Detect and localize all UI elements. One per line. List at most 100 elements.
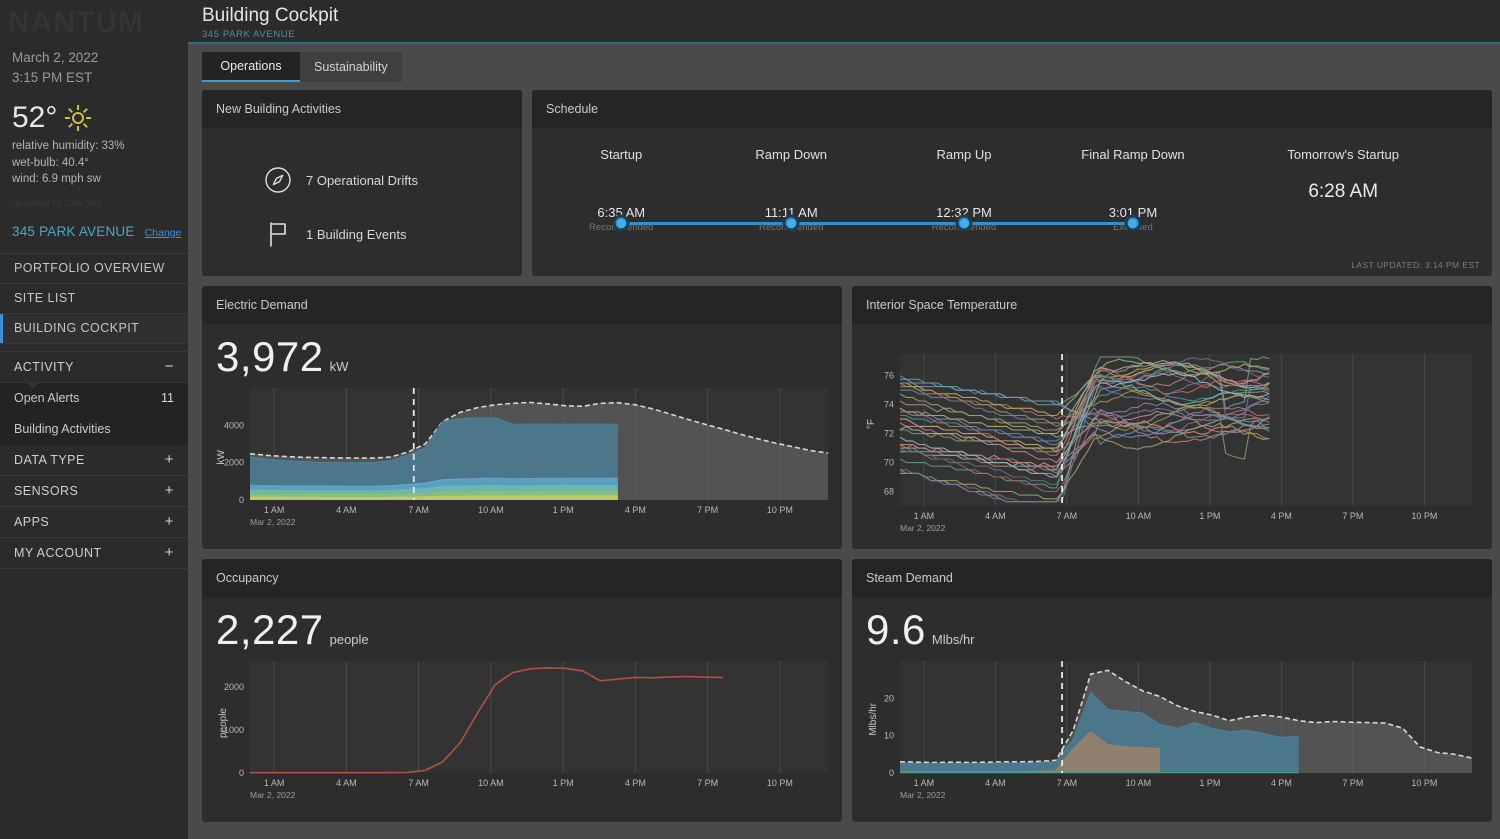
schedule-dot-ramp-up[interactable] [955,214,973,232]
svg-text:20: 20 [884,693,894,703]
tab-sustainability[interactable]: Sustainability [300,52,402,82]
site-change-link[interactable]: Change [145,227,182,239]
svg-text:1 AM: 1 AM [264,778,285,788]
dashboard-row-bottom: Occupancy 2,227 people people 1 AM 4 AM 7 … [202,559,1492,822]
sidebar-item-site-list[interactable]: SITE LIST [0,284,188,314]
svg-text:1 AM: 1 AM [264,505,285,515]
sidebar-section-my-account[interactable]: MY ACCOUNT + [0,538,188,569]
temperature-body: °F 1 AM 4 AM 7 AM 10 AM 1 PM 4 PM 7 PM 10 PM Mar… [852,324,1492,536]
activity-row-building-events[interactable]: 1 Building Events [264,220,522,248]
activity-label: 7 Operational Drifts [306,172,418,188]
svg-text:0: 0 [239,495,244,505]
schedule-event-name: Ramp Up [936,147,992,162]
sidebar-section-apps[interactable]: APPS + [0,507,188,538]
sun-icon [65,105,92,131]
weather-credit: *powered by Dark Sky [12,197,102,208]
activity-label: 1 Building Events [306,226,407,242]
electric-demand-plot: kW 1 AM 4 AM 7 AM 10 AM 1 PM 4 PM 7 PM 10 PM Mar… [202,380,842,530]
schedule-tomorrow-startup: Tomorrow's Startup 6:28 AM [1238,146,1448,204]
plus-icon[interactable]: + [165,545,174,560]
dashboard-grid: New Building Activities 7 Operational Dr… [188,90,1500,822]
sidebar-section-data-type[interactable]: DATA TYPE + [0,445,188,476]
svg-text:1 PM: 1 PM [1199,778,1220,788]
minus-icon[interactable]: − [165,359,174,374]
steam-demand-value: 9.6 [866,606,926,653]
svg-text:4 AM: 4 AM [336,778,357,788]
steam-demand-ylabel: Mlbs/hr [868,703,879,736]
sidebar-item-portfolio-overview[interactable]: PORTFOLIO OVERVIEW [0,254,188,284]
occupancy-plot: people 1 AM 4 AM 7 AM 10 AM 1 PM 4 PM 7 PM 10 P… [202,653,842,803]
sidebar-item-building-activities[interactable]: Building Activities [0,414,188,445]
last-updated-label: LAST UPDATED: 3:14 PM EST [1351,260,1480,270]
page-subtitle: 345 PARK AVENUE [202,29,296,40]
datetime-block: March 2, 2022 3:15 PM EST [0,40,188,88]
svg-text:70: 70 [884,458,894,468]
occupancy-value-block: 2,227 people [202,597,842,653]
card-title: Schedule [532,90,1492,128]
svg-text:68: 68 [884,487,894,497]
sidebar-section-activity[interactable]: ACTIVITY − [0,352,188,383]
weather-wind: wind: 6.9 mph sw [12,173,101,185]
schedule-dot-final-ramp-down[interactable] [1124,214,1142,232]
svg-text:4000: 4000 [224,420,244,430]
occupancy-value: 2,227 [216,606,324,653]
plus-icon[interactable]: + [165,514,174,529]
steam-demand-unit: Mlbs/hr [931,632,975,647]
electric-demand-value-block: 3,972 kW [202,324,842,380]
sidebar-divider [0,343,188,352]
plus-icon[interactable]: + [165,483,174,498]
svg-text:10: 10 [884,731,894,741]
svg-text:Mar 2, 2022: Mar 2, 2022 [250,517,296,527]
svg-text:4 AM: 4 AM [336,505,357,515]
electric-demand-body: 3,972 kW kW 1 AM 4 AM 7 AM 10 AM 1 PM 4 PM 7 P… [202,324,842,530]
card-new-building-activities: New Building Activities 7 Operational Dr… [202,90,522,276]
sidebar-section-label: SENSORS [14,483,79,498]
activity-row-operational-drifts[interactable]: 7 Operational Drifts [264,166,522,194]
electric-demand-unit: kW [329,359,349,374]
weather-humidity: relative humidity: 33% [12,140,125,152]
svg-text:7 PM: 7 PM [1342,778,1363,788]
sidebar-section-sensors[interactable]: SENSORS + [0,476,188,507]
svg-text:1 PM: 1 PM [1199,511,1220,521]
occupancy-ylabel: people [218,708,229,739]
svg-text:10 PM: 10 PM [767,505,793,515]
steam-demand-value-block: 9.6 Mlbs/hr [852,597,1492,653]
temperature-ylabel: °F [866,419,877,430]
electric-demand-value: 3,972 [216,333,324,380]
weather-wetbulb: wet-bulb: 40.4° [12,156,89,169]
card-steam-demand: Steam Demand 9.6 Mlbs/hr Mlbs/hr 1 AM 4 A… [852,559,1492,822]
svg-text:4 PM: 4 PM [1271,511,1292,521]
tab-operations[interactable]: Operations [202,52,300,82]
sidebar-section-label: ACTIVITY [14,359,74,374]
sidebar-item-label: BUILDING COCKPIT [14,321,140,335]
occupancy-body: 2,227 people people 1 AM 4 AM 7 AM 10 AM 1 P… [202,597,842,803]
steam-demand-svg: 1 AM 4 AM 7 AM 10 AM 1 PM 4 PM 7 PM 10 PM Mar 2,… [884,661,1473,800]
svg-text:76: 76 [884,371,894,381]
sidebar-item-open-alerts[interactable]: Open Alerts 11 [0,383,188,414]
schedule-event-name: Startup [600,147,643,162]
schedule-dot-startup[interactable] [612,214,630,232]
svg-text:0: 0 [239,768,244,778]
svg-text:0: 0 [889,768,894,778]
svg-text:7 AM: 7 AM [1057,778,1078,788]
svg-text:Mar 2, 2022: Mar 2, 2022 [900,790,946,800]
electric-demand-svg: 1 AM 4 AM 7 AM 10 AM 1 PM 4 PM 7 PM 10 PM Mar 2,… [224,388,829,527]
schedule-dot-ramp-down[interactable] [782,214,800,232]
tab-bar: Operations Sustainability [188,44,1500,90]
dashboard-row-middle: Electric Demand 3,972 kW kW 1 AM 4 AM 7 AM… [202,286,1492,549]
occupancy-svg: 1 AM 4 AM 7 AM 10 AM 1 PM 4 PM 7 PM 10 PM Mar 2,… [224,661,828,800]
svg-text:4 PM: 4 PM [625,778,646,788]
svg-text:10 PM: 10 PM [1411,511,1437,521]
svg-text:10 PM: 10 PM [1411,778,1437,788]
weather-temperature: 52° [12,101,58,134]
temperature-svg: 1 AM 4 AM 7 AM 10 AM 1 PM 4 PM 7 PM 10 PM Mar 2,… [884,354,1472,533]
plus-icon[interactable]: + [165,452,174,467]
svg-text:72: 72 [884,429,894,439]
card-occupancy: Occupancy 2,227 people people 1 AM 4 AM 7 … [202,559,842,822]
sidebar-subitem-label: Open Alerts [14,391,80,405]
card-electric-demand: Electric Demand 3,972 kW kW 1 AM 4 AM 7 AM… [202,286,842,549]
svg-text:2000: 2000 [224,682,244,692]
electric-demand-ylabel: kW [216,450,227,465]
sidebar-item-building-cockpit[interactable]: BUILDING COCKPIT [0,313,188,344]
svg-text:Mar 2, 2022: Mar 2, 2022 [900,523,946,533]
